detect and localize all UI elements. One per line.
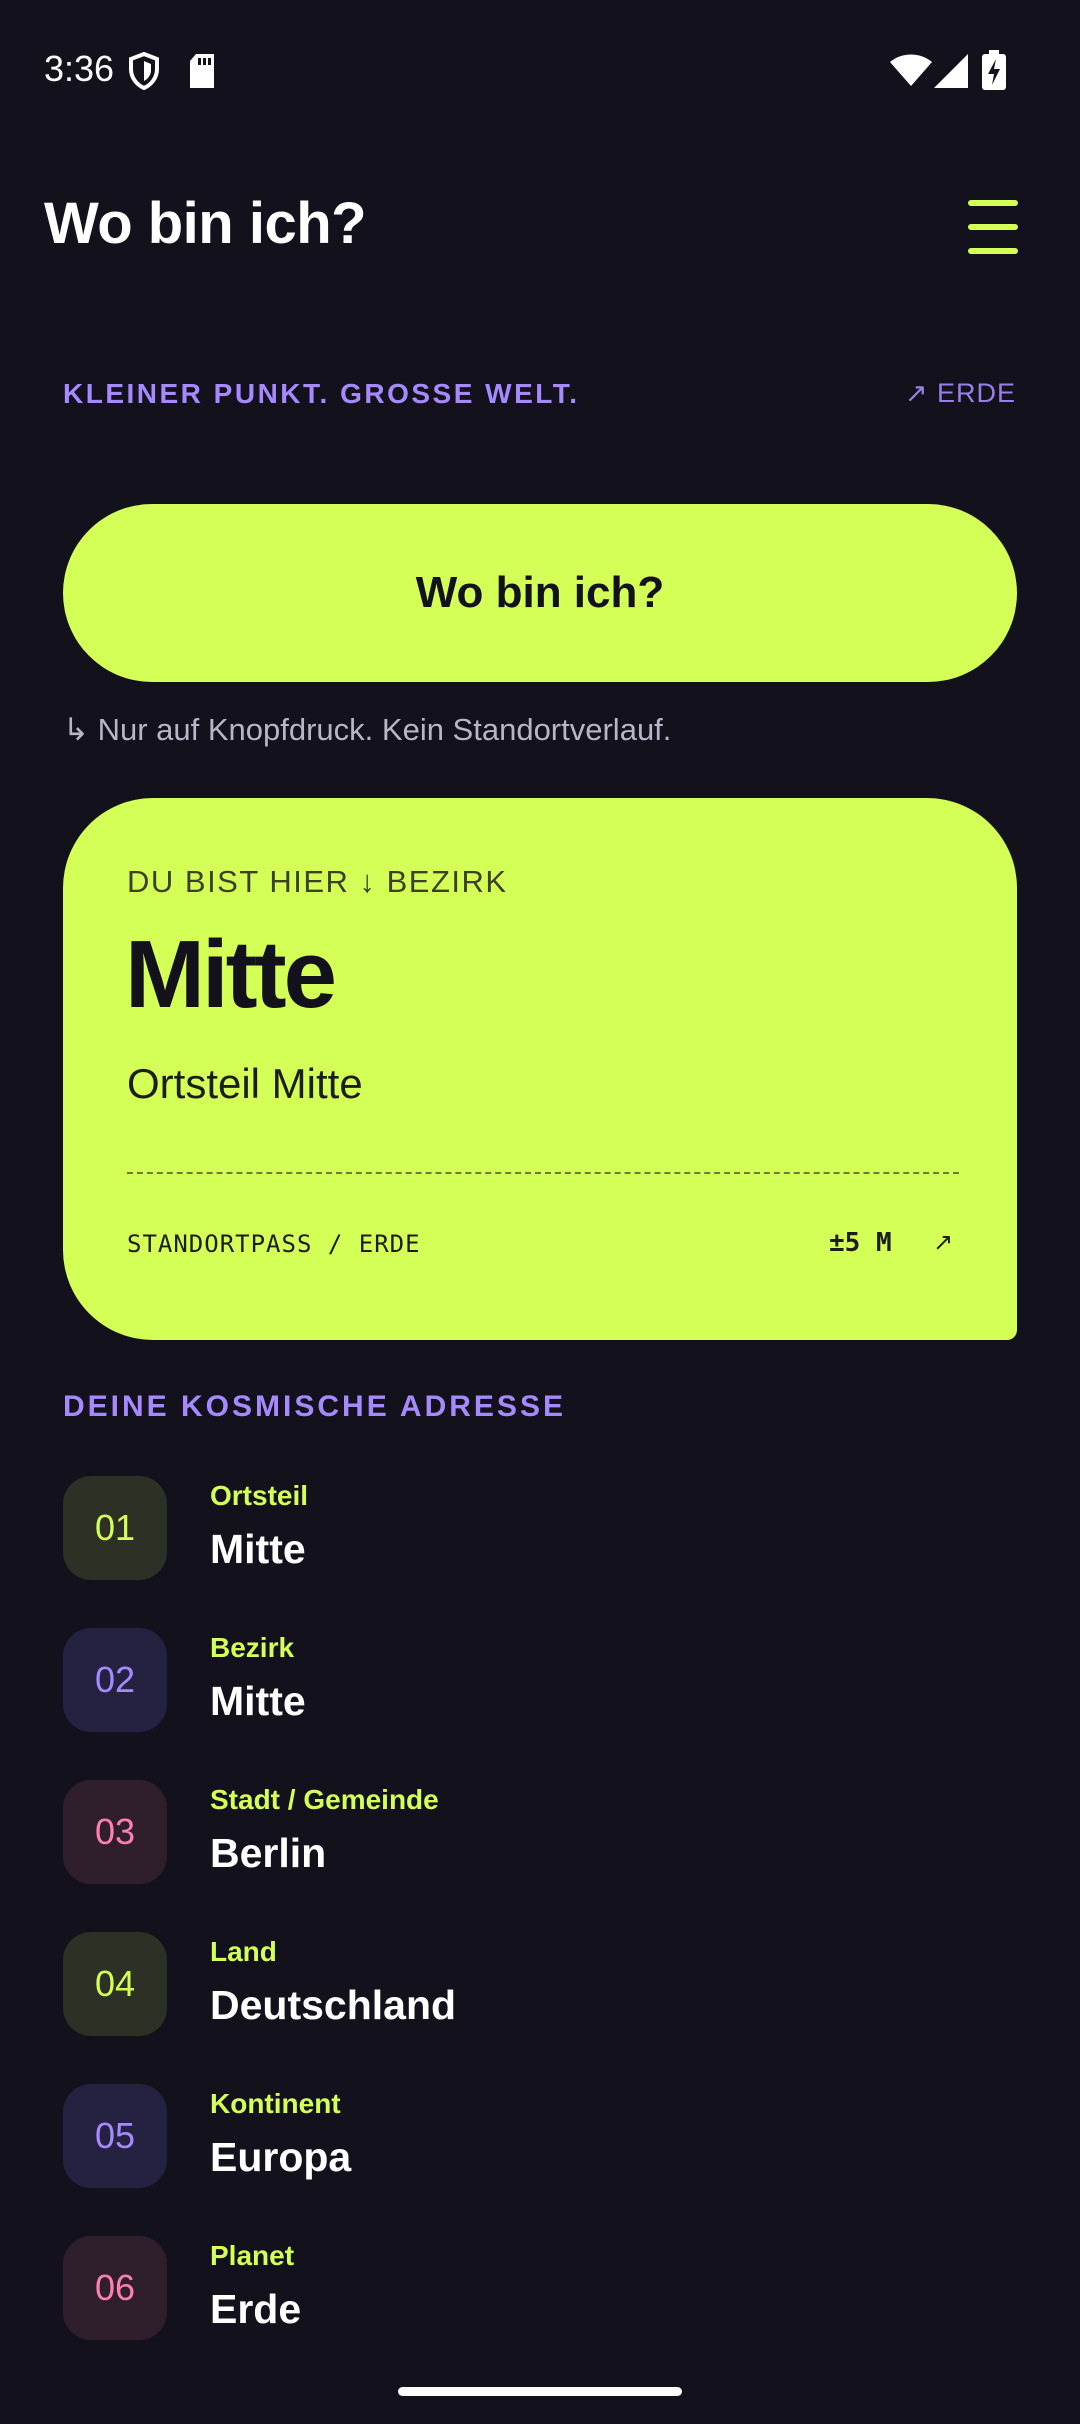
location-card: DU BIST HIER ↓ BEZIRK Mitte Ortsteil Mit… (63, 798, 1017, 1340)
status-time: 3:36 (44, 48, 115, 89)
item-value: Deutschland (210, 1982, 457, 2028)
list-item: 06 Planet Erde (63, 2236, 1017, 2388)
shield-icon (129, 52, 159, 90)
locate-button[interactable]: Wo bin ich? (63, 504, 1017, 682)
wifi-icon (890, 54, 932, 86)
tagline: KLEINER PUNKT. GROSSE WELT. (63, 378, 580, 409)
number-badge: 06 (63, 2236, 167, 2340)
item-value: Berlin (210, 1830, 327, 1876)
menu-button[interactable] (958, 196, 1028, 258)
signal-icon (934, 54, 968, 88)
number-badge: 01 (63, 1476, 167, 1580)
item-label: Stadt / Gemeinde (210, 1784, 439, 1815)
section-title: DEINE KOSMISCHE ADRESSE (63, 1390, 566, 1423)
card-divider (127, 1172, 959, 1174)
address-list: 01 Ortsteil Mitte 02 Bezirk Mitte 03 Sta… (63, 1476, 1017, 2388)
list-item: 01 Ortsteil Mitte (63, 1476, 1017, 1628)
list-item: 02 Bezirk Mitte (63, 1628, 1017, 1780)
card-accuracy: ±5 M (829, 1228, 892, 1258)
battery-charging-icon (982, 50, 1006, 90)
item-value: Mitte (210, 1678, 306, 1724)
item-value: Europa (210, 2134, 352, 2180)
item-value: Erde (210, 2286, 302, 2332)
card-kicker: DU BIST HIER ↓ BEZIRK (127, 864, 508, 899)
item-value: Mitte (210, 1526, 306, 1572)
status-bar: 3:36 (0, 0, 1080, 140)
card-place-name: Mitte (125, 921, 337, 1028)
list-item: 03 Stadt / Gemeinde Berlin (63, 1780, 1017, 1932)
home-indicator[interactable] (398, 2387, 682, 2396)
privacy-note: ↳ Nur auf Knopfdruck. Kein Standortverla… (63, 712, 672, 747)
item-label: Kontinent (210, 2088, 341, 2119)
sd-card-icon (190, 54, 214, 88)
card-footer-label: STANDORTPASS / ERDE (127, 1230, 421, 1258)
number-badge: 02 (63, 1628, 167, 1732)
item-label: Planet (210, 2240, 295, 2271)
number-badge: 04 (63, 1932, 167, 2036)
app-title: Wo bin ich? (44, 191, 367, 256)
list-item: 05 Kontinent Europa (63, 2084, 1017, 2236)
planet-link[interactable]: ↗ ERDE (905, 378, 1016, 409)
item-label: Ortsteil (210, 1480, 309, 1511)
number-badge: 03 (63, 1780, 167, 1884)
arrow-up-right-icon[interactable]: ↗ (933, 1228, 953, 1257)
item-label: Land (210, 1936, 277, 1967)
item-label: Bezirk (210, 1632, 295, 1663)
number-badge: 05 (63, 2084, 167, 2188)
list-item: 04 Land Deutschland (63, 1932, 1017, 2084)
card-subtitle: Ortsteil Mitte (127, 1060, 363, 1107)
